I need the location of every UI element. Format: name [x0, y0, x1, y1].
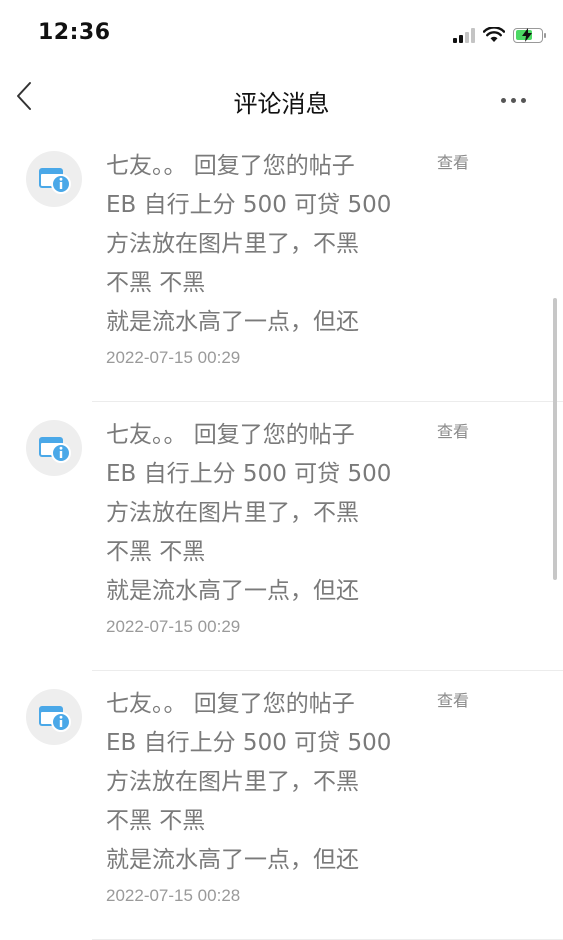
scrollbar[interactable]: [553, 298, 557, 580]
status-icons: [453, 24, 546, 46]
comment-line: 不黑 不黑: [106, 270, 206, 296]
comment-content: 七友。。 回复了您的帖子 EB 自行上分 500 可贷 500 方法放在图片里了…: [106, 147, 426, 368]
more-dot: [511, 97, 516, 103]
comment-timestamp: 2022-07-15 00:28: [106, 886, 241, 905]
comment-line: 就是流水高了一点，但还: [106, 578, 359, 604]
more-button[interactable]: [501, 94, 531, 106]
info-window-icon: [39, 706, 71, 732]
more-dot: [501, 97, 506, 103]
avatar: [26, 420, 82, 476]
info-window-icon: [39, 168, 71, 194]
comment-line: 七友。。 回复了您的帖子: [106, 691, 355, 717]
comment-line: EB 自行上分 500 可贷 500: [106, 730, 392, 756]
comment-line: 方法放在图片里了，不黑: [106, 500, 359, 526]
info-window-icon: [39, 437, 71, 463]
view-button[interactable]: 查看: [437, 418, 469, 442]
comment-line: 就是流水高了一点，但还: [106, 309, 359, 335]
list-item[interactable]: 七友。。 回复了您的帖子 EB 自行上分 500 可贷 500 方法放在图片里了…: [0, 402, 563, 671]
page-title: 评论消息: [233, 90, 330, 118]
charging-bolt-icon: [522, 27, 532, 42]
comment-content: 七友。。 回复了您的帖子 EB 自行上分 500 可贷 500 方法放在图片里了…: [106, 685, 426, 906]
view-button[interactable]: 查看: [437, 687, 469, 711]
nav-bar: 评论消息: [0, 70, 563, 130]
comment-line: 不黑 不黑: [106, 808, 206, 834]
comment-line: 七友。。 回复了您的帖子: [106, 153, 355, 179]
list-item[interactable]: 七友。。 回复了您的帖子 EB 自行上分 500 可贷 500 方法放在图片里了…: [0, 671, 563, 940]
wifi-icon: [483, 27, 505, 42]
list-item[interactable]: 七友。。 回复了您的帖子 EB 自行上分 500 可贷 500 方法放在图片里了…: [0, 133, 563, 402]
comment-timestamp: 2022-07-15 00:29: [106, 617, 241, 636]
view-button[interactable]: 查看: [437, 149, 469, 173]
comment-line: EB 自行上分 500 可贷 500: [106, 192, 392, 218]
comment-line: 七友。。 回复了您的帖子: [106, 422, 355, 448]
more-dot: [521, 97, 526, 103]
comment-list: 七友。。 回复了您的帖子 EB 自行上分 500 可贷 500 方法放在图片里了…: [0, 133, 563, 940]
status-time: 12:36: [38, 20, 111, 45]
signal-icon: [453, 27, 475, 43]
comment-line: EB 自行上分 500 可贷 500: [106, 461, 392, 487]
comment-line: 就是流水高了一点，但还: [106, 847, 359, 873]
comment-line: 不黑 不黑: [106, 539, 206, 565]
battery-icon: [513, 27, 546, 43]
avatar: [26, 151, 82, 207]
status-bar: 12:36: [0, 0, 563, 70]
comment-content: 七友。。 回复了您的帖子 EB 自行上分 500 可贷 500 方法放在图片里了…: [106, 416, 426, 637]
avatar: [26, 689, 82, 745]
comment-line: 方法放在图片里了，不黑: [106, 231, 359, 257]
comment-timestamp: 2022-07-15 00:29: [106, 348, 241, 367]
comment-line: 方法放在图片里了，不黑: [106, 769, 359, 795]
